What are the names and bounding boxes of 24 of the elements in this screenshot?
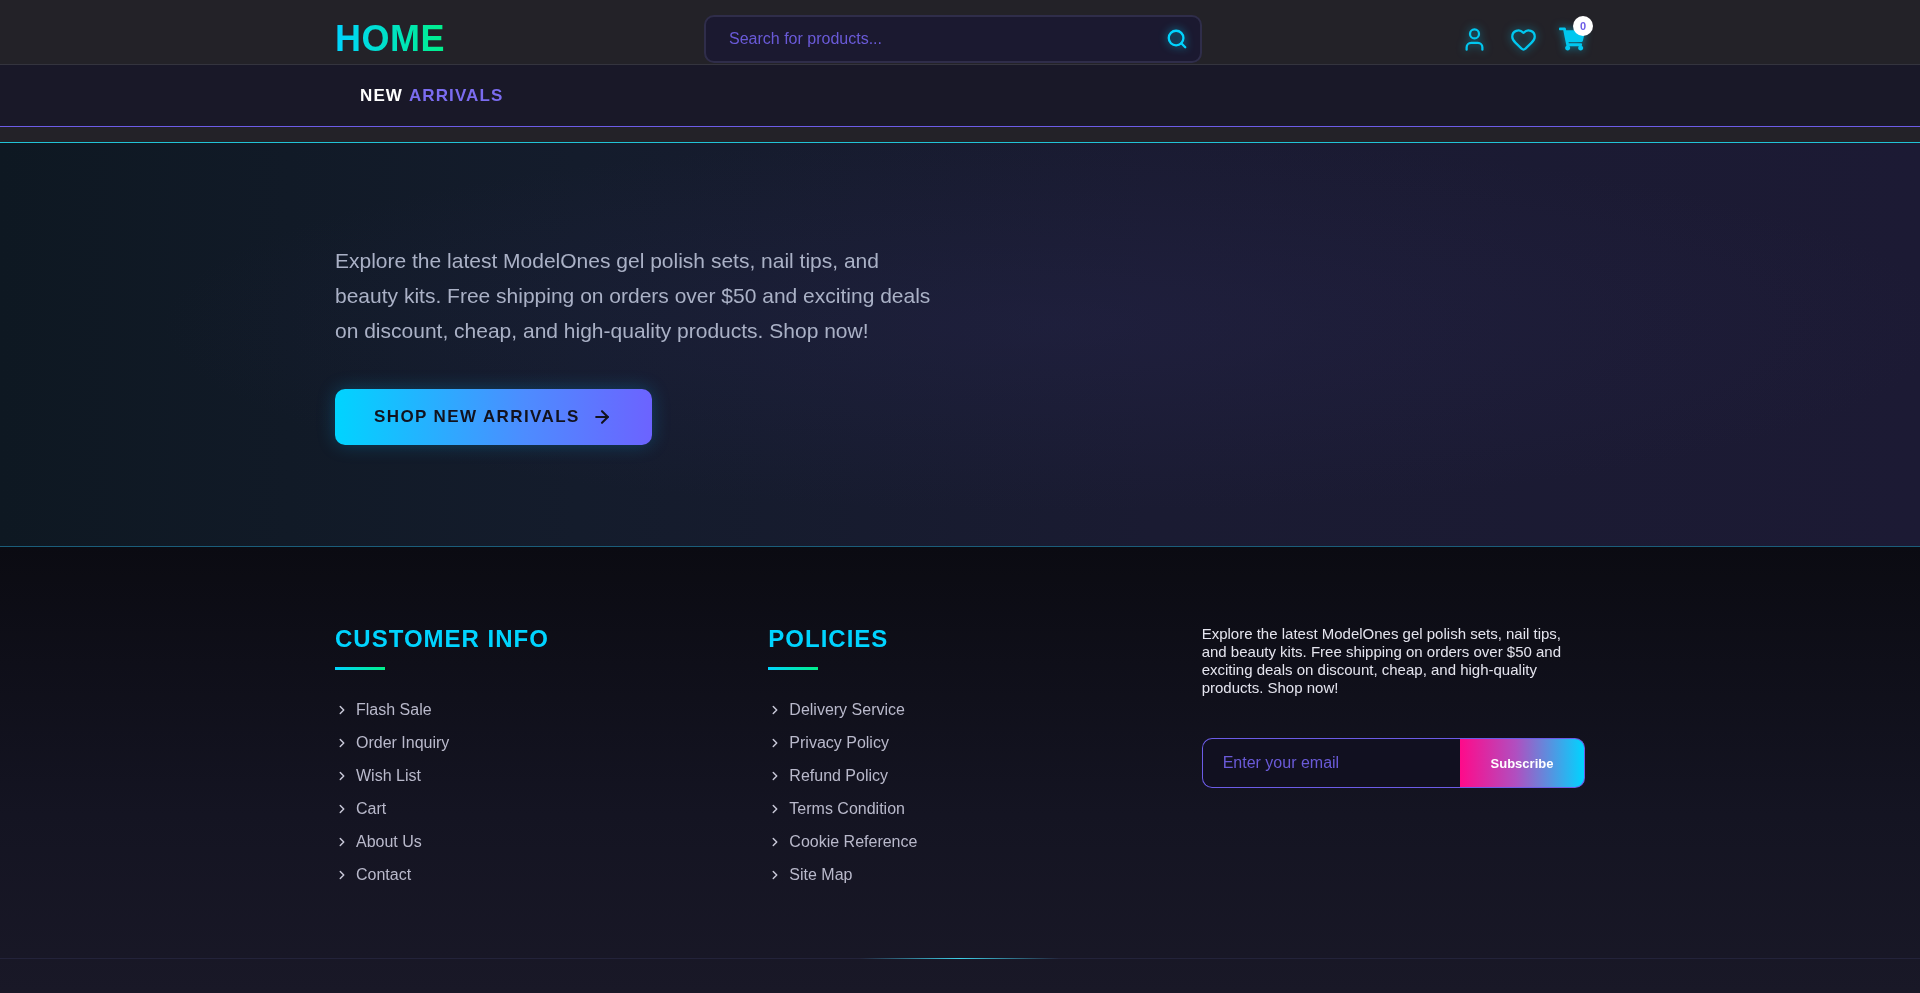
footer-link[interactable]: Delivery Service: [768, 700, 905, 720]
footer-link[interactable]: Cookie Reference: [768, 832, 918, 852]
footer-link[interactable]: About Us: [335, 832, 422, 852]
hero-description: Explore the latest ModelOnes gel polish sets, nail tips, and beauty kits. Free shipping on orders over $50 and exciting deals on discount, cheap, and high-quality products. Shop now!: [335, 248, 932, 344]
cart-count-badge: 0: [1573, 16, 1593, 36]
footer-link[interactable]: Contact: [335, 865, 412, 885]
heading-underline: [335, 667, 385, 670]
footer-link[interactable]: Cart: [335, 799, 387, 819]
footer-link[interactable]: Terms Condition: [768, 799, 905, 819]
shop-button[interactable]: SHOP NEW ARRIVALS: [335, 389, 652, 445]
heading-underline: [768, 667, 819, 670]
nav-link[interactable]: NEW ARRIVALS: [360, 85, 504, 106]
footer-link[interactable]: Privacy Policy: [768, 733, 889, 753]
footer-link[interactable]: Order Inquiry: [335, 733, 450, 753]
search-button[interactable]: [1166, 28, 1188, 50]
column-heading: CUSTOMER INFO: [335, 625, 549, 653]
search-field[interactable]: Search for products...: [704, 15, 1202, 63]
footer-link[interactable]: Wish List: [335, 766, 421, 786]
footer-description: Explore the latest ModelOnes gel polish sets, nail tips, and beauty kits. Free shipping on orders over $50 and exciting deals on discount, cheap, and high-quality products. Shop now!: [1201, 625, 1563, 697]
column-heading: POLICIES: [768, 625, 889, 653]
search-icon: [1166, 28, 1188, 50]
footer-link[interactable]: Site Map: [768, 865, 853, 885]
footer-link[interactable]: Flash Sale: [335, 700, 432, 720]
footer-link[interactable]: Refund Policy: [768, 766, 889, 786]
